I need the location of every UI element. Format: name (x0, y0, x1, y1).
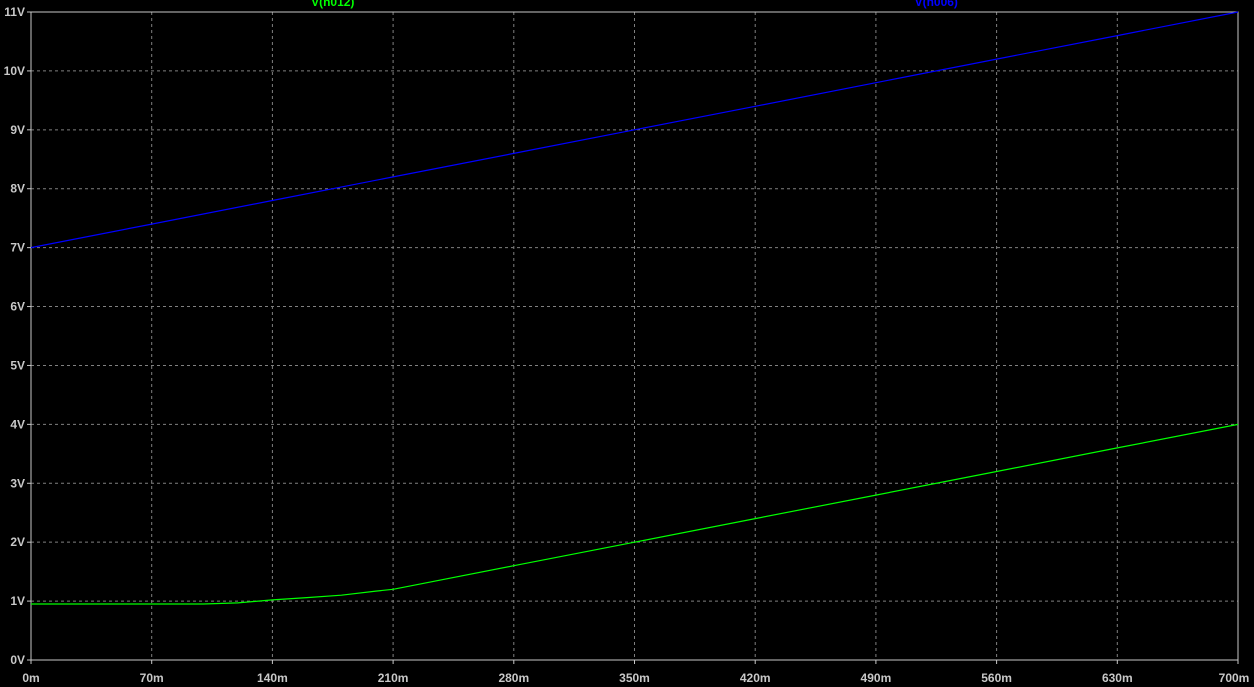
waveform-plot[interactable]: 0m 70m 140m 210m 280m 350m 420m 490m 560m 630m 700… (0, 0, 1254, 687)
x-tick-label: 630m (1102, 671, 1133, 685)
trace-label[interactable]: V(n006) (915, 0, 958, 9)
x-tick-label: 70m (140, 671, 164, 685)
y-tick-label: 8V (10, 182, 25, 196)
y-tick-label: 4V (10, 417, 25, 431)
y-tick-label: 10V (4, 64, 25, 78)
x-tick-label: 490m (861, 671, 892, 685)
x-tick-label: 280m (498, 671, 529, 685)
x-tick-label: 210m (378, 671, 409, 685)
x-tick-label: 140m (257, 671, 288, 685)
y-tick-label: 9V (10, 123, 25, 137)
y-tick-label: 6V (10, 300, 25, 314)
x-tick-label: 420m (740, 671, 771, 685)
y-tick-label: 1V (10, 594, 25, 608)
y-tick-label: 7V (10, 241, 25, 255)
y-tick-label: 11V (4, 5, 25, 19)
trace-label[interactable]: V(n012) (311, 0, 354, 9)
x-tick-label: 0m (22, 671, 39, 685)
x-tick-label: 350m (619, 671, 650, 685)
x-tick-label: 700m (1219, 671, 1250, 685)
y-tick-label: 0V (10, 653, 25, 667)
y-tick-label: 2V (10, 535, 25, 549)
y-tick-label: 5V (10, 358, 25, 372)
x-tick-label: 560m (981, 671, 1012, 685)
plot-background (0, 0, 1254, 687)
y-tick-label: 3V (10, 476, 25, 490)
